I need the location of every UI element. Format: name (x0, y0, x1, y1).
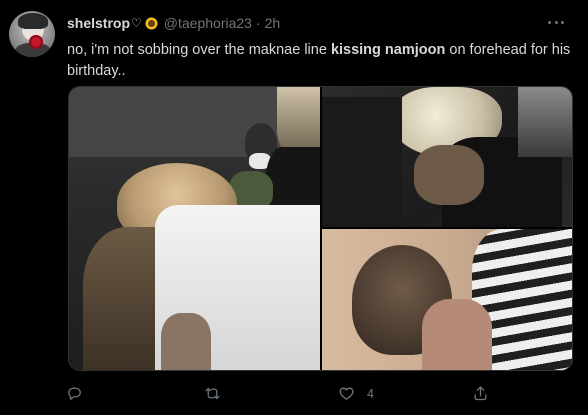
more-icon[interactable] (548, 14, 564, 30)
share-icon (474, 386, 487, 401)
like-button[interactable]: 4 (338, 385, 374, 402)
tweet[interactable]: shelstrop ♡ @taephoria23 · 2h no, i'm no… (0, 0, 588, 415)
display-name[interactable]: shelstrop (67, 15, 130, 31)
like-count: 4 (367, 386, 374, 401)
retweet-icon (205, 387, 220, 400)
share-button[interactable] (472, 385, 501, 402)
retweet-button[interactable] (204, 385, 233, 402)
reply-icon (68, 387, 81, 400)
avatar-hair (18, 13, 48, 29)
tweet-text-part1: no, i'm not sobbing over the maknae line (67, 42, 331, 58)
avatar-rose (29, 35, 43, 49)
separator-dot: · (255, 15, 261, 31)
media-grid (68, 86, 573, 371)
media-image-2[interactable] (322, 87, 572, 227)
sunflower-emoji (143, 15, 159, 31)
tweet-header: shelstrop ♡ @taephoria23 · 2h (67, 13, 280, 33)
timestamp[interactable]: 2h (265, 15, 281, 31)
like-icon (339, 387, 354, 400)
reply-button[interactable] (66, 385, 95, 402)
tweet-text: no, i'm not sobbing over the maknae line… (67, 40, 577, 82)
media-image-3[interactable] (322, 229, 572, 370)
avatar[interactable] (9, 11, 55, 57)
tweet-text-bold: kissing namjoon (330, 42, 446, 58)
user-handle[interactable]: @taephoria23 (164, 15, 252, 31)
name-heart: ♡ (131, 16, 142, 30)
media-image-1[interactable] (69, 87, 320, 370)
tweet-actions: 4 (66, 385, 576, 405)
